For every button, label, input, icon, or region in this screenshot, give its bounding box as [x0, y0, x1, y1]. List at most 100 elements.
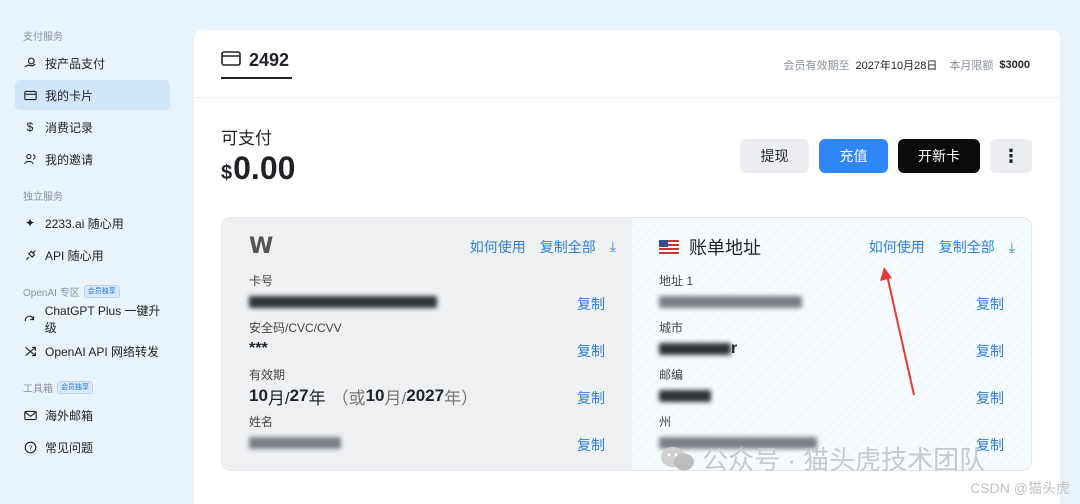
new-card-button[interactable]: 开新卡 [898, 139, 980, 173]
city-value: r [658, 339, 1004, 359]
sidebar-item-2233-ai[interactable]: ✦ 2233.ai 随心用 [15, 208, 170, 238]
more-options-button[interactable]: ⋮ [990, 139, 1032, 173]
copy-address-button[interactable]: 复制 [976, 294, 1004, 314]
sidebar-item-label: 消费记录 [45, 120, 94, 135]
currency-symbol: $ [221, 162, 233, 184]
copy-cvv-button[interactable]: 复制 [577, 341, 605, 361]
sidebar-item-overseas-email[interactable]: 海外邮箱 [15, 400, 170, 430]
upgrade-icon [23, 312, 37, 326]
copy-card-number-button[interactable]: 复制 [577, 294, 605, 314]
address-field: 地址 1 复制 [658, 272, 1004, 314]
balance-amount: $ 0.00 [221, 150, 295, 187]
wechat-icon [660, 445, 696, 473]
balance-label: 可支付 [221, 129, 272, 148]
sidebar-item-label: 我的卡片 [45, 88, 94, 103]
expiry-label: 有效期 [249, 368, 286, 382]
card-number-field: 卡号 复制 [249, 272, 605, 312]
name-label: 姓名 [249, 415, 274, 429]
tab-underline [221, 77, 292, 79]
sidebar-item-pay-by-product[interactable]: 按产品支付 [15, 48, 170, 78]
copy-all-link[interactable]: 复制全部 [540, 237, 596, 257]
billing-address-panel: 账单地址 如何使用 复制全部 ⤓ 地址 1 复制 城市 r 复制 邮编 复制 州… [631, 218, 1031, 470]
sidebar-item-openai-api[interactable]: OpenAI API 网络转发 [15, 336, 170, 366]
copy-all-link[interactable]: 复制全部 [939, 237, 995, 257]
expiry-year: 27 [289, 386, 309, 405]
question-icon: ? [23, 440, 37, 454]
expiry-close: 年） [444, 388, 479, 408]
sidebar-item-label: ChatGPT Plus 一键升级 [44, 304, 161, 335]
card-brand-logo: W [249, 234, 274, 259]
copy-name-button[interactable]: 复制 [577, 435, 605, 455]
sidebar-item-label: 2233.ai 随心用 [45, 216, 124, 231]
sidebar-item-my-invites[interactable]: 我的邀请 [15, 144, 170, 174]
annotation-arrow [880, 267, 915, 396]
section-title-text: 支付服务 [23, 31, 63, 43]
expiry-month-unit: 月/ [267, 388, 290, 408]
sidebar-item-label: 按产品支付 [45, 56, 106, 71]
plug-icon [23, 248, 37, 262]
section-title-standalone: 独立服务 [23, 188, 185, 203]
city-field: 城市 r 复制 [658, 319, 1004, 361]
us-flag-icon [658, 240, 679, 254]
redacted-city [658, 343, 731, 355]
sidebar-item-label: API 随心用 [45, 248, 104, 263]
city-partial: r [730, 340, 738, 357]
city-label: 城市 [658, 321, 683, 335]
card-icon [221, 50, 241, 71]
address-panel-header: 账单地址 如何使用 复制全部 ⤓ [658, 234, 1015, 260]
users-icon [23, 152, 37, 166]
download-icon[interactable]: ⤓ [610, 238, 616, 255]
expiry-full-sep: 月/ [384, 388, 407, 408]
recharge-button[interactable]: 充值 [819, 139, 888, 173]
sidebar-item-label: 海外邮箱 [45, 408, 94, 423]
card-icon [23, 88, 37, 102]
tab-card[interactable]: 2492 [221, 50, 289, 71]
expiry-month: 10 [249, 386, 268, 405]
withdraw-button[interactable]: 提现 [740, 139, 809, 173]
section-title-text: OpenAI 专区 [23, 287, 80, 299]
limit-value: $3000 [999, 59, 1030, 71]
sidebar-item-api[interactable]: API 随心用 [15, 240, 170, 270]
expiry-full-year: 2027 [406, 386, 445, 405]
watermark-text: 公众号 · 猫头虎技术团队 [702, 445, 986, 475]
zip-label: 邮编 [658, 368, 683, 382]
section-title-text: 独立服务 [23, 191, 63, 203]
card-number-label: 卡号 [249, 274, 274, 288]
expiry-full-month: 10 [365, 386, 385, 405]
section-title-openai: OpenAI 专区 会员独享 [23, 284, 185, 299]
how-to-use-link[interactable]: 如何使用 [869, 237, 925, 257]
csdn-watermark: CSDN @猫头虎 [970, 480, 1070, 496]
sidebar-item-spending-records[interactable]: $ 消费记录 [15, 112, 170, 142]
card-info-panel: W 如何使用 复制全部 ⤓ 卡号 复制 安全码/CVC/CVV *** 复制 有… [222, 218, 632, 470]
sidebar-item-label: 我的邀请 [45, 152, 94, 167]
redacted-zip [658, 390, 711, 402]
copy-expiry-button[interactable]: 复制 [577, 388, 605, 408]
dollar-icon: $ [26, 120, 34, 134]
membership-info: 会员有效期至 2027年10月28日 本月限额 $3000 [783, 57, 1030, 73]
membership-label: 会员有效期至 [783, 60, 850, 72]
card-number-value [249, 292, 605, 312]
expiry-open: （或 [331, 388, 366, 408]
sidebar-item-label: OpenAI API 网络转发 [45, 344, 160, 359]
address-label: 地址 1 [658, 274, 693, 288]
expiry-value: 10 月/27 年 （或 10 月/2027 年） [249, 386, 605, 408]
sidebar-item-chatgpt-plus[interactable]: ChatGPT Plus 一键升级 [15, 304, 170, 335]
cvv-label: 安全码/CVC/CVV [249, 321, 342, 335]
sidebar-item-faq[interactable]: ? 常见问题 [15, 432, 170, 462]
sidebar-item-label: 常见问题 [45, 440, 94, 455]
copy-zip-button[interactable]: 复制 [976, 388, 1004, 408]
copy-city-button[interactable]: 复制 [976, 341, 1004, 361]
sidebar: 支付服务 按产品支付 我的卡片 $ 消费记录 我的邀请 独立服务 ✦ 2233.… [0, 0, 185, 504]
sidebar-item-my-cards[interactable]: 我的卡片 [15, 80, 170, 110]
cvv-value: *** [249, 340, 268, 357]
redacted-address [658, 296, 802, 308]
zip-value [658, 386, 1004, 406]
section-title-toolbox: 工具箱 会员独享 [23, 380, 185, 395]
redacted-card-number [249, 296, 437, 308]
card-header: 2492 会员有效期至 2027年10月28日 本月限额 $3000 [194, 30, 1060, 98]
how-to-use-link[interactable]: 如何使用 [470, 237, 526, 257]
card-number-tab: 2492 [249, 50, 290, 70]
address-value [658, 292, 1004, 312]
download-icon[interactable]: ⤓ [1009, 239, 1015, 256]
coin-hand-icon [23, 56, 37, 70]
